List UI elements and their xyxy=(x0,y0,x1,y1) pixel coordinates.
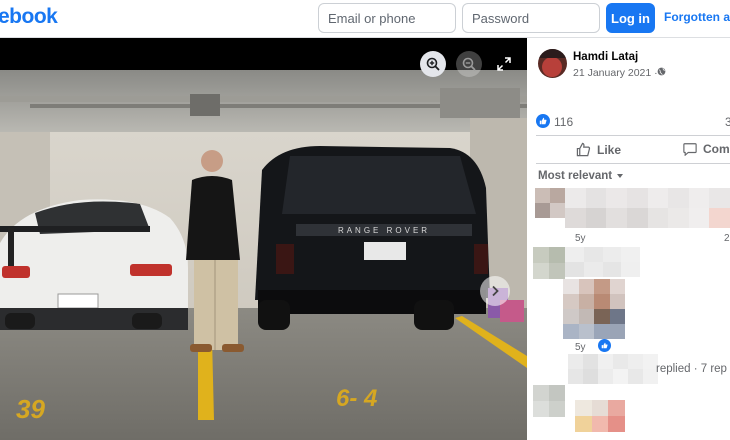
like-button[interactable]: Like xyxy=(576,142,621,157)
next-arrow-icon xyxy=(492,285,499,297)
caret-down-icon xyxy=(617,173,624,178)
comment-sort-dropdown[interactable]: Most relevant xyxy=(538,170,624,182)
zoom-in-icon xyxy=(426,57,440,71)
comment-bubble-icon xyxy=(683,143,697,156)
divider xyxy=(536,163,730,164)
post-author-name[interactable]: Hamdi Lataj xyxy=(573,51,638,63)
thumbs-up-icon xyxy=(601,342,608,349)
photo-viewer: 39 6- 4 RANGE ROVER xyxy=(0,38,527,440)
globe-icon xyxy=(657,67,666,76)
comment-button-label: Comm xyxy=(703,142,730,156)
zoom-out-button[interactable] xyxy=(456,51,482,77)
comment-button[interactable]: Comm xyxy=(683,142,730,156)
comment-image-blurred[interactable] xyxy=(575,400,625,432)
comment-image-blurred[interactable] xyxy=(563,279,625,339)
forgotten-account-link[interactable]: Forgotten ac xyxy=(664,10,730,24)
comment-avatar-blurred[interactable] xyxy=(533,247,565,279)
email-field[interactable] xyxy=(318,3,456,33)
comment-reply-count[interactable]: 2 xyxy=(724,233,730,244)
comment-text-blurred xyxy=(565,188,730,228)
avatar[interactable] xyxy=(538,49,567,78)
floor-marking-39: 39 xyxy=(16,394,45,424)
black-suv: RANGE ROVER xyxy=(255,146,490,330)
divider xyxy=(536,135,730,136)
like-reaction-icon[interactable] xyxy=(536,114,550,128)
zoom-out-icon xyxy=(462,57,476,71)
white-sports-car xyxy=(0,199,188,330)
password-field[interactable] xyxy=(462,3,600,33)
fullscreen-button[interactable] xyxy=(491,51,517,77)
post-date[interactable]: 21 January 2021 · xyxy=(573,67,658,79)
fullscreen-icon xyxy=(497,57,511,71)
comment-text-blurred xyxy=(565,247,640,277)
comment-timestamp[interactable]: 5y xyxy=(575,233,586,244)
like-button-label: Like xyxy=(597,142,622,157)
zoom-in-button[interactable] xyxy=(420,51,446,77)
login-button[interactable]: Log in xyxy=(606,3,655,33)
view-replies-link[interactable]: replied · 7 rep xyxy=(656,363,727,375)
comment-like-reaction[interactable] xyxy=(598,339,611,352)
reply-avatars-blurred[interactable] xyxy=(568,354,658,384)
comment-count[interactable]: 3 xyxy=(725,115,730,129)
thumbs-up-outline-icon xyxy=(576,142,591,157)
comment-avatar-blurred[interactable] xyxy=(533,385,565,417)
avatar-image xyxy=(538,49,567,78)
reaction-count[interactable]: 116 xyxy=(554,115,573,129)
comment-avatar-blurred[interactable] xyxy=(535,188,565,218)
facebook-logo[interactable]: ebook xyxy=(0,5,58,29)
next-photo-button[interactable] xyxy=(480,276,510,306)
thumbs-up-icon xyxy=(539,117,547,125)
range-rover-badge: RANGE ROVER xyxy=(338,226,430,235)
floor-marking-6-4: 6- 4 xyxy=(336,385,377,412)
comment-timestamp[interactable]: 5y xyxy=(575,342,586,353)
garage-photo: 39 6- 4 RANGE ROVER xyxy=(0,38,527,440)
top-navigation-bar: ebook Log in Forgotten ac xyxy=(0,0,730,38)
sort-label: Most relevant xyxy=(538,170,613,182)
